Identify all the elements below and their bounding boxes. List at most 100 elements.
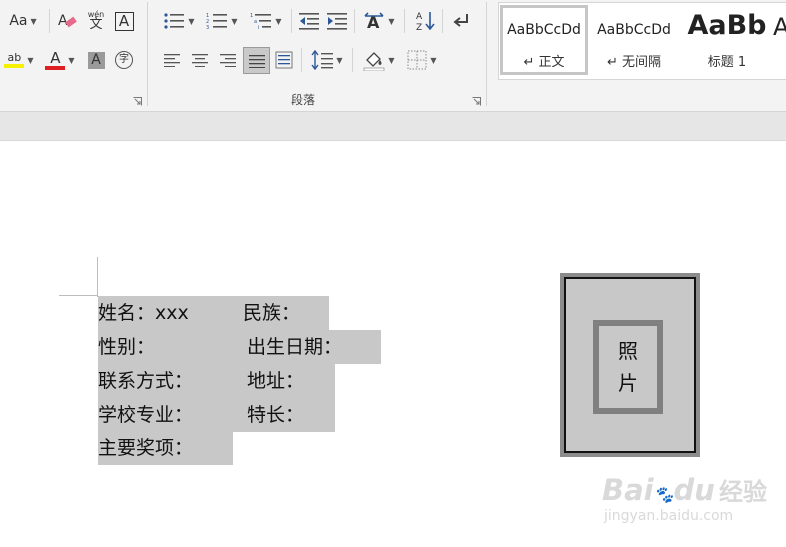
sort-icon: A Z (416, 12, 435, 32)
chevron-down-icon: ▼ (27, 55, 34, 65)
field-address: 地址： (247, 370, 305, 392)
field-awards: 主要奖项： (98, 437, 194, 459)
style-heading-2[interactable]: A (773, 5, 786, 75)
borders-button[interactable]: ▼ (402, 48, 442, 72)
field-school-major: 学校专业： (98, 404, 194, 426)
separator (352, 48, 353, 72)
separator (301, 48, 302, 72)
watermark-logo: Bai🐾du 经验 (602, 472, 767, 507)
chevron-down-icon: ▼ (430, 55, 437, 65)
photo-inner-box: 照 片 (593, 320, 663, 414)
character-shading-icon: A (87, 51, 105, 69)
svg-text:A: A (416, 12, 423, 22)
paragraph-group-label: 段落 (291, 93, 316, 107)
selected-text-line[interactable]: 姓名：xxx 民族： (98, 296, 329, 330)
selected-text-line[interactable]: 性别： 出生日期： (98, 330, 381, 364)
clear-formatting-icon: A (58, 13, 77, 29)
increase-indent-button[interactable] (324, 9, 350, 33)
style-sample: AaBbCcDd (507, 22, 581, 38)
shading-button[interactable]: ▼ (360, 48, 398, 72)
selected-text-line[interactable]: 学校专业： 特长： (98, 398, 335, 432)
photo-label: 照 片 (618, 335, 638, 399)
chevron-down-icon: ▼ (388, 16, 395, 26)
phonetic-guide-button[interactable]: wén 文 (84, 8, 108, 32)
svg-text:A: A (58, 13, 68, 29)
distributed-button[interactable] (272, 48, 296, 72)
font-dialog-launcher-icon[interactable] (133, 97, 142, 106)
photo-frame: 照 片 (564, 277, 696, 453)
align-left-button[interactable] (160, 48, 184, 72)
line-spacing-button[interactable]: ▼ (308, 48, 346, 72)
bullet-list-icon (164, 13, 185, 29)
character-shading-button[interactable]: A (84, 48, 108, 72)
change-case-button[interactable]: Aa ▼ (4, 9, 42, 33)
chinese-layout-button[interactable]: A ▼ (360, 9, 398, 33)
style-normal[interactable]: AaBbCcDd ↵ 正文 (500, 5, 588, 75)
enclose-characters-button[interactable]: 字 (112, 48, 136, 72)
align-right-button[interactable] (216, 48, 240, 72)
field-contact: 联系方式： (98, 370, 194, 392)
decrease-indent-button[interactable] (296, 9, 322, 33)
chevron-down-icon: ▼ (231, 16, 238, 26)
style-name: ↵ 正文 (523, 55, 565, 70)
selected-text-line[interactable]: 主要奖项： (98, 431, 233, 465)
show-paragraph-marks-button[interactable] (448, 9, 474, 33)
photo-box[interactable]: 照 片 (560, 273, 700, 457)
align-center-icon (192, 54, 208, 67)
style-sample: AaBb (687, 10, 767, 41)
field-ethnicity: 民族： (243, 302, 301, 324)
paragraph-dialog-launcher-icon[interactable] (472, 97, 481, 106)
multilevel-list-button[interactable]: 1 a i ▼ (246, 9, 286, 33)
ribbon: Aa ▼ A wén 文 A ab ▼ A ▼ A 字 ▼ 1 2 3 ▼ 1 … (0, 0, 786, 112)
selected-text-line[interactable]: 联系方式： 地址： (98, 364, 335, 398)
highlighter-icon: ab (4, 52, 25, 68)
separator (442, 9, 443, 33)
text-highlight-button[interactable]: ab ▼ (0, 48, 38, 72)
style-name: ↵ 无间隔 (606, 55, 662, 70)
sort-button[interactable]: A Z (412, 9, 438, 33)
photo-label-line2: 片 (618, 371, 638, 395)
style-sample: AaBbCcDd (597, 22, 671, 38)
watermark-url: jingyan.baidu.com (604, 508, 734, 524)
font-color-label: A (50, 48, 61, 67)
character-border-button[interactable]: A (112, 9, 136, 33)
svg-text:Z: Z (416, 23, 422, 32)
clear-formatting-button[interactable]: A (56, 9, 80, 33)
align-left-icon (164, 54, 180, 67)
chevron-down-icon: ▼ (275, 16, 282, 26)
decrease-indent-icon (299, 13, 319, 30)
style-heading-1[interactable]: AaBb 标题 1 (679, 5, 775, 75)
separator (354, 9, 355, 33)
style-no-spacing[interactable]: AaBbCcDd ↵ 无间隔 (591, 5, 677, 75)
svg-text:a: a (254, 19, 257, 25)
svg-text:1: 1 (250, 13, 253, 19)
line-spacing-icon (311, 50, 334, 70)
style-name: 标题 1 (707, 55, 747, 70)
numbering-button[interactable]: 1 2 3 ▼ (202, 9, 242, 33)
photo-label-line1: 照 (618, 339, 638, 363)
paw-icon: 🐾 (653, 485, 674, 504)
margin-corner-mark (59, 295, 97, 296)
watermark-brand: 经验 (718, 478, 767, 506)
paragraph-mark-icon (453, 14, 468, 27)
highlight-color-bar (4, 64, 25, 68)
justify-icon (248, 54, 265, 68)
font-color-button[interactable]: A ▼ (40, 48, 80, 72)
multilevel-list-icon: 1 a i (250, 13, 272, 30)
document-page[interactable]: 姓名：xxx 民族： 性别： 出生日期： 联系方式： 地址： 学校专业： 特长：… (0, 141, 786, 547)
align-right-icon (220, 54, 236, 67)
bullets-button[interactable]: ▼ (160, 9, 198, 33)
justify-button[interactable] (243, 47, 270, 74)
field-gender: 性别： (98, 336, 156, 358)
ruler-area (0, 112, 786, 141)
increase-indent-icon (327, 13, 347, 30)
distributed-icon (275, 51, 293, 69)
change-case-label: Aa (9, 13, 28, 29)
field-birthdate: 出生日期： (247, 336, 343, 358)
phonetic-guide-char: 文 (89, 17, 103, 32)
align-center-button[interactable] (188, 48, 212, 72)
photo-placeholder: 照 片 (599, 326, 657, 408)
font-color-icon: A (45, 48, 66, 70)
chinese-layout-icon: A (364, 12, 384, 31)
separator (404, 9, 405, 33)
